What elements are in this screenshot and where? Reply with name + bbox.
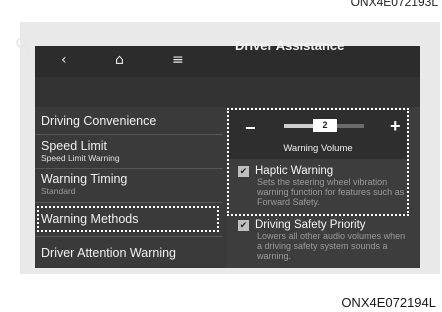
top-figure-code: ONX4E072193L <box>350 0 438 9</box>
focused-settings-outline <box>227 108 409 216</box>
home-icon[interactable]: ⌂ <box>115 52 124 68</box>
page-title: Driver Assistance <box>235 38 345 53</box>
page-header <box>35 77 420 107</box>
driving-safety-priority-option[interactable]: ✔ Driving Safety Priority Lowers all oth… <box>238 219 408 261</box>
divider <box>35 168 223 169</box>
driving-safety-priority-checkbox[interactable]: ✔ <box>238 219 249 231</box>
divider <box>35 236 223 237</box>
menu-item-warning-timing[interactable]: Warning Timing Standard <box>35 172 223 196</box>
divider <box>35 134 223 135</box>
back-arrow-icon[interactable]: ‹ <box>61 52 67 68</box>
selected-item-focus-outline <box>37 206 219 232</box>
search-icon[interactable] <box>15 36 31 52</box>
menu-item-driver-attention-warning[interactable]: Driver Attention Warning <box>35 246 223 260</box>
menu-item-driving-convenience[interactable]: Driving Convenience <box>35 114 223 128</box>
menu-item-speed-limit[interactable]: Speed Limit Speed Limit Warning <box>35 139 223 163</box>
divider <box>35 202 223 203</box>
driving-safety-priority-description: Lowers all other audio volumes when a dr… <box>257 231 406 261</box>
figure-code: ONX4E072194L <box>341 295 436 310</box>
top-navigation-bar: ‹ ⌂ ≡ <box>35 46 420 77</box>
menu-icon[interactable]: ≡ <box>172 52 184 68</box>
